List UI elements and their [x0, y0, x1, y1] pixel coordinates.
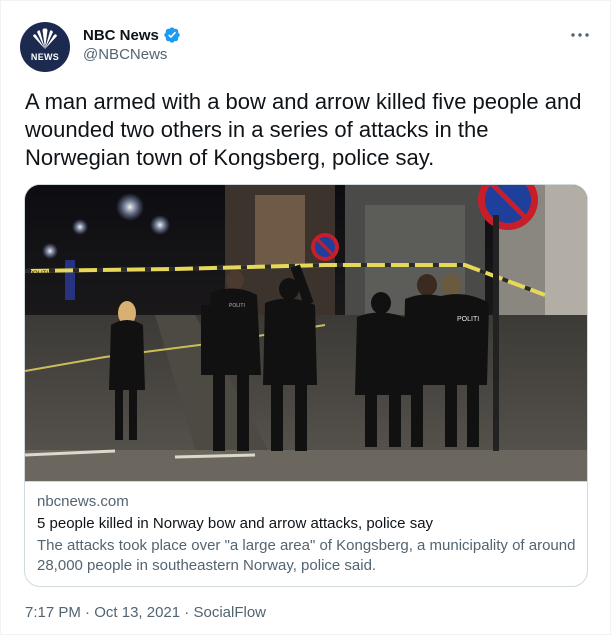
tweet-container: NEWS NBC News @NBCNews A man armed with …: [0, 0, 611, 635]
separator-dot-2: ·: [184, 604, 190, 621]
card-title: 5 people killed in Norway bow and arrow …: [37, 515, 434, 532]
more-options-icon[interactable]: [568, 23, 592, 47]
avatar-text: NEWS: [30, 52, 60, 62]
peacock-logo: [33, 28, 57, 49]
author-handle[interactable]: @NBCNews: [83, 46, 167, 63]
card-domain: nbcnews.com: [37, 493, 129, 510]
tweet-time[interactable]: 7:17 PM: [25, 604, 81, 621]
author-name-row: NBC News: [83, 25, 181, 45]
tweet-text: A man armed with a bow and arrow killed …: [25, 89, 582, 170]
card-description: The attacks took place over "a large are…: [37, 537, 576, 574]
svg-text:POLITI: POLITI: [229, 303, 245, 309]
card-image[interactable]: POLITI POLITI POLITI: [25, 185, 587, 481]
link-card[interactable]: POLITI POLITI POLITI nbcnews.com 5 peopl…: [24, 184, 588, 587]
separator-dot: ·: [85, 604, 91, 621]
tape-label: POLITI: [29, 271, 48, 277]
verified-badge-icon: [164, 27, 180, 43]
avatar[interactable]: NEWS: [20, 22, 70, 72]
vest-label: POLITI: [457, 316, 479, 323]
police-scene-image: POLITI POLITI POLITI: [25, 185, 587, 481]
tweet-date[interactable]: Oct 13, 2021: [94, 604, 180, 621]
author-display-name[interactable]: NBC News: [83, 27, 159, 44]
card-body[interactable]: nbcnews.com 5 people killed in Norway bo…: [25, 481, 587, 586]
tweet-source[interactable]: SocialFlow: [193, 604, 266, 621]
timestamp-row: 7:17 PM · Oct 13, 2021 · SocialFlow: [25, 604, 266, 621]
